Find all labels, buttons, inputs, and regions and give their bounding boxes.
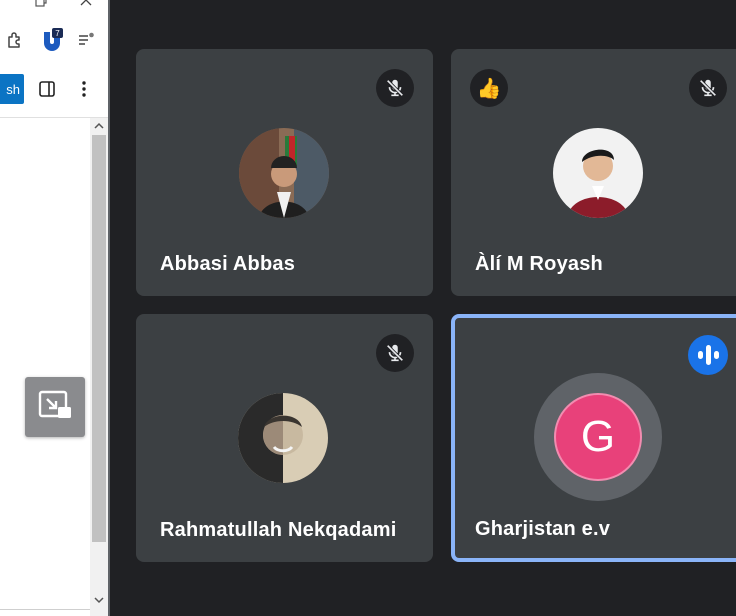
publish-button[interactable]: sh (0, 74, 24, 104)
page-bottom-divider (0, 609, 90, 610)
browser-window: 7 sh (0, 0, 108, 616)
mic-off-icon (376, 69, 414, 107)
scroll-up-arrow-icon[interactable] (92, 120, 106, 132)
participant-name: Abbasi Abbas (160, 253, 296, 275)
side-panel-icon[interactable] (37, 79, 57, 99)
mic-off-icon (376, 334, 414, 372)
avatar (553, 128, 643, 218)
window-close-icon[interactable] (78, 0, 94, 8)
scroll-down-arrow-icon[interactable] (92, 594, 106, 606)
publish-button-label: sh (6, 81, 20, 97)
reading-list-icon[interactable] (76, 30, 96, 50)
participant-tile[interactable]: 👍 Àlí M Royash (451, 49, 736, 296)
participant-tile[interactable]: Rahmatullah Nekqadami (136, 314, 433, 562)
picture-in-picture-icon (38, 390, 72, 425)
extension-badge-count: 7 (55, 29, 60, 38)
audio-level-icon (688, 335, 728, 375)
participant-name: Gharjistan e.v (475, 518, 611, 540)
avatar-speaking-ring: G (534, 373, 662, 501)
participant-tile-active[interactable]: G Gharjistan e.v (451, 314, 736, 562)
extension-u-icon[interactable]: 7 (40, 28, 64, 52)
participant-name: Rahmatullah Nekqadami (160, 519, 397, 541)
extensions-puzzle-icon[interactable] (5, 30, 25, 50)
window-restore-icon[interactable] (34, 0, 48, 8)
avatar (239, 128, 329, 218)
avatar (238, 393, 328, 483)
picture-in-picture-button[interactable] (25, 377, 85, 437)
participant-tile[interactable]: Abbasi Abbas (136, 49, 433, 296)
scrollbar-thumb[interactable] (92, 135, 106, 542)
more-options-icon[interactable] (76, 79, 92, 99)
avatar: G (554, 393, 642, 481)
participant-name: Àlí M Royash (475, 253, 603, 275)
mic-off-icon (689, 69, 727, 107)
window-divider (108, 0, 110, 616)
thumbs-up-reaction-icon: 👍 (470, 69, 508, 107)
